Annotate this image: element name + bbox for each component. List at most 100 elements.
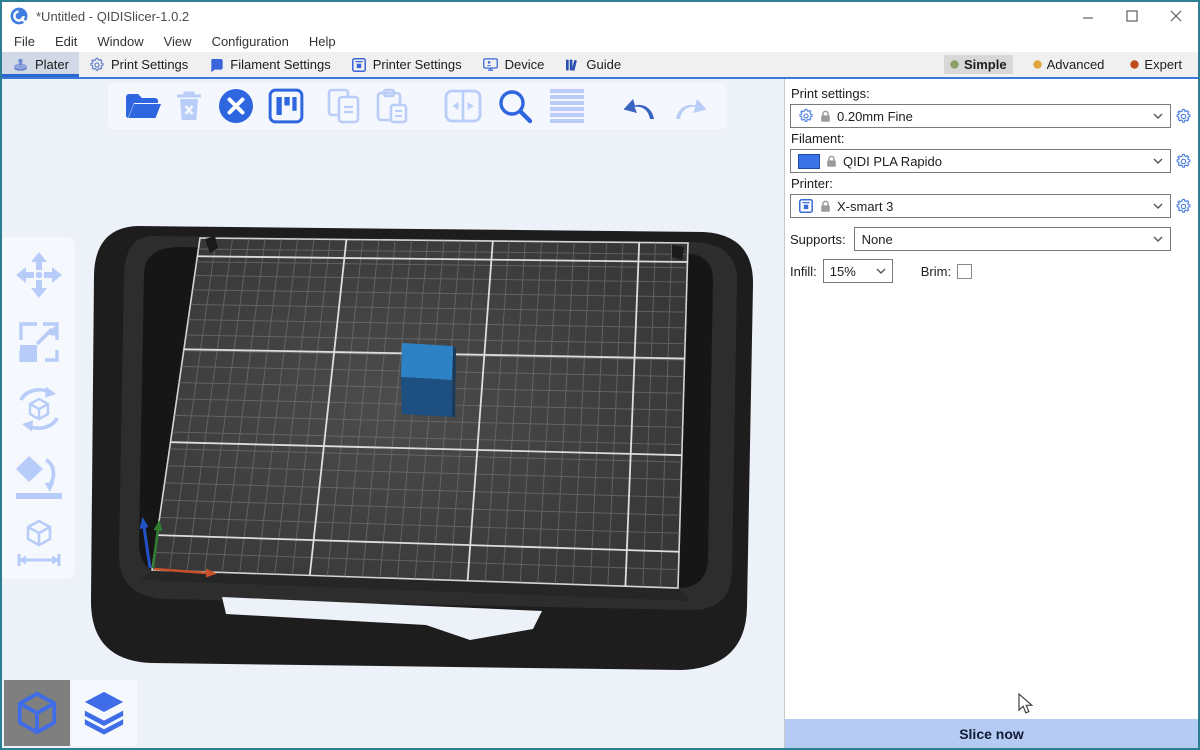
preview-view-button[interactable] — [71, 680, 137, 746]
gear-icon — [1175, 153, 1192, 170]
left-toolbar — [2, 237, 75, 579]
filament-value: QIDI PLA Rapido — [843, 154, 1147, 169]
guide-books-icon — [564, 57, 580, 73]
tab-label: Print Settings — [111, 57, 188, 72]
gear-icon — [798, 108, 814, 124]
edit-printer-button[interactable] — [1175, 198, 1192, 215]
tab-plater[interactable]: Plater — [2, 52, 79, 77]
top-toolbar — [108, 83, 726, 129]
mode-label: Simple — [964, 57, 1007, 72]
infill-value: 15% — [830, 264, 876, 279]
delete-all-icon — [218, 88, 254, 124]
delete-button[interactable] — [174, 89, 204, 123]
mode-simple[interactable]: Simple — [944, 55, 1013, 74]
supports-combo[interactable]: None — [854, 227, 1171, 251]
filament-combo[interactable]: QIDI PLA Rapido — [790, 149, 1171, 173]
infill-label: Infill: — [790, 264, 817, 279]
mode-label: Expert — [1144, 57, 1182, 72]
move-icon — [13, 249, 65, 301]
tab-guide[interactable]: Guide — [554, 52, 631, 77]
titlebar: *Untitled - QIDISlicer-1.0.2 — [2, 2, 1198, 30]
window-title: *Untitled - QIDISlicer-1.0.2 — [36, 9, 189, 24]
chevron-down-icon — [1153, 236, 1163, 242]
tab-label: Plater — [35, 57, 69, 72]
tab-device[interactable]: Device — [472, 52, 555, 77]
copy-button[interactable] — [326, 88, 362, 124]
chevron-down-icon — [876, 268, 886, 274]
menu-file[interactable]: File — [4, 34, 45, 49]
copy-icon — [326, 88, 362, 124]
paste-button[interactable] — [374, 88, 410, 124]
open-folder-icon — [124, 90, 162, 122]
print-settings-gear-icon — [89, 57, 105, 73]
print-settings-value: 0.20mm Fine — [837, 109, 1147, 124]
split-objects-button[interactable] — [444, 89, 482, 123]
rotate-icon — [13, 383, 65, 435]
place-on-face-tool-button[interactable] — [13, 450, 65, 502]
maximize-button[interactable] — [1110, 3, 1154, 29]
menu-window[interactable]: Window — [87, 34, 153, 49]
editor-view-button[interactable] — [4, 680, 70, 746]
advanced-mode-dot-icon — [1033, 60, 1042, 69]
menu-configuration[interactable]: Configuration — [202, 34, 299, 49]
menu-view[interactable]: View — [154, 34, 202, 49]
layers-stack-icon — [81, 690, 127, 736]
scene-canvas — [2, 79, 784, 748]
cube-wireframe-icon — [14, 690, 60, 736]
mode-expert[interactable]: Expert — [1124, 55, 1188, 74]
printer-value: X-smart 3 — [837, 199, 1147, 214]
printer-icon — [798, 198, 814, 214]
close-icon — [1170, 10, 1182, 22]
place-on-face-icon — [13, 450, 65, 502]
mode-label: Advanced — [1047, 57, 1105, 72]
model-cube[interactable] — [401, 343, 456, 417]
undo-icon — [620, 90, 658, 122]
delete-trash-icon — [174, 89, 204, 123]
tab-label: Device — [505, 57, 545, 72]
undo-button[interactable] — [620, 90, 658, 122]
maximize-icon — [1126, 10, 1138, 22]
tab-printer-settings[interactable]: Printer Settings — [341, 52, 472, 77]
viewport-3d[interactable] — [2, 79, 784, 748]
mode-selector: Simple Advanced Expert — [944, 52, 1198, 77]
lock-icon — [820, 200, 831, 213]
search-button[interactable] — [496, 87, 534, 125]
print-settings-label: Print settings: — [791, 86, 1192, 101]
tab-label: Guide — [586, 57, 621, 72]
filament-icon — [208, 57, 224, 73]
brim-checkbox[interactable] — [957, 264, 972, 279]
simple-mode-dot-icon — [950, 60, 959, 69]
split-objects-icon — [444, 89, 482, 123]
printer-combo[interactable]: X-smart 3 — [790, 194, 1171, 218]
scale-tool-button[interactable] — [13, 316, 65, 368]
tab-print-settings[interactable]: Print Settings — [79, 52, 198, 77]
move-tool-button[interactable] — [13, 249, 65, 301]
printer-bed — [91, 226, 753, 670]
printer-settings-icon — [351, 57, 367, 73]
menu-help[interactable]: Help — [299, 34, 346, 49]
chevron-down-icon — [1153, 113, 1163, 119]
arrange-button[interactable] — [268, 88, 304, 124]
tab-filament-settings[interactable]: Filament Settings — [198, 52, 340, 77]
rotate-tool-button[interactable] — [13, 383, 65, 435]
delete-all-button[interactable] — [218, 88, 254, 124]
slice-now-button[interactable]: Slice now — [785, 719, 1198, 748]
variable-layer-height-button[interactable] — [548, 88, 586, 124]
print-settings-combo[interactable]: 0.20mm Fine — [790, 104, 1171, 128]
infill-combo[interactable]: 15% — [823, 259, 893, 283]
supports-value: None — [862, 232, 1147, 247]
edit-filament-button[interactable] — [1175, 153, 1192, 170]
minimize-button[interactable] — [1066, 3, 1110, 29]
measure-tool-button[interactable] — [13, 517, 65, 569]
plater-icon — [12, 56, 29, 73]
close-button[interactable] — [1154, 3, 1198, 29]
printer-label: Printer: — [791, 176, 1192, 191]
mode-advanced[interactable]: Advanced — [1027, 55, 1111, 74]
gear-icon — [1175, 198, 1192, 215]
edit-print-settings-button[interactable] — [1175, 108, 1192, 125]
menu-edit[interactable]: Edit — [45, 34, 87, 49]
device-monitor-icon — [482, 56, 499, 73]
filament-color-swatch — [798, 154, 820, 169]
open-button[interactable] — [124, 90, 162, 122]
redo-button[interactable] — [672, 90, 710, 122]
